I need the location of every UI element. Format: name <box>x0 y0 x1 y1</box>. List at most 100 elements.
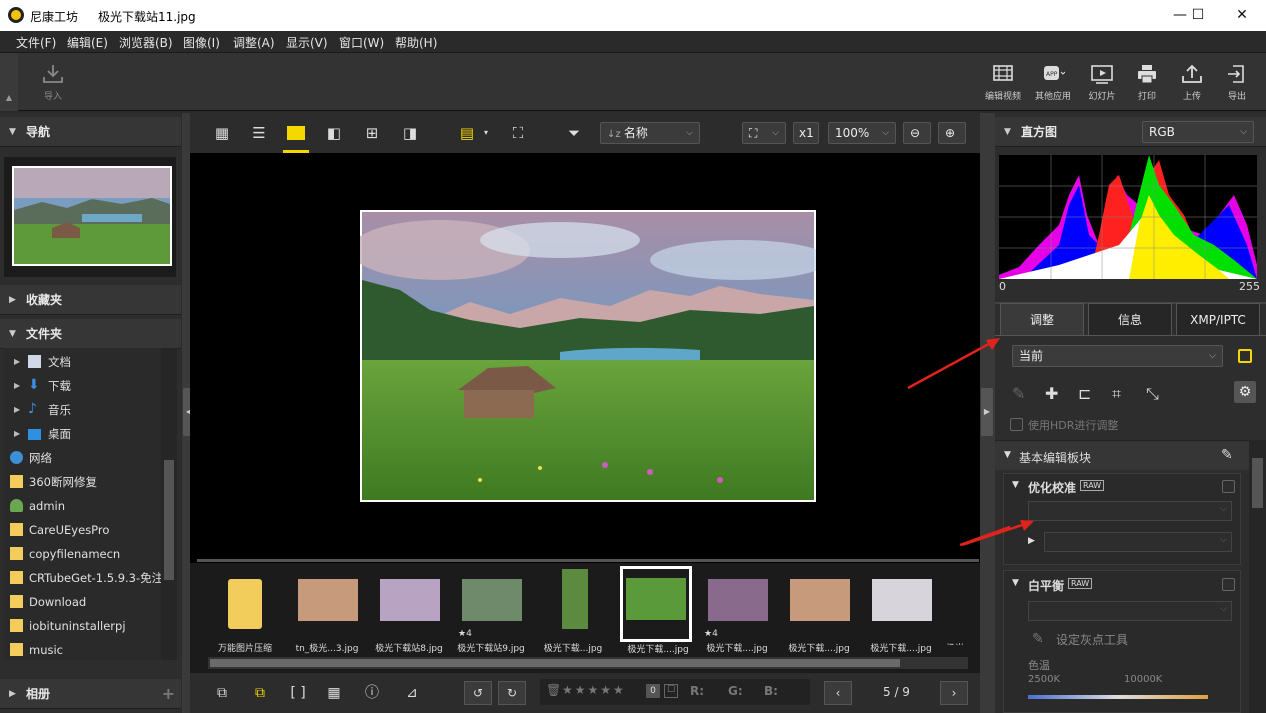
tree-item-music[interactable]: ▶ ♪ 音乐 <box>4 398 161 422</box>
edit-panel-icon[interactable]: ✎ <box>1221 447 1233 463</box>
edit-video-button[interactable]: 编辑视频 <box>978 63 1028 102</box>
optimize-dropdown[interactable]: ⌵ <box>1028 501 1232 521</box>
menu-file[interactable]: 文件(F) <box>16 34 56 51</box>
folder-tree-scrollbar[interactable] <box>161 348 177 660</box>
thumbnail-item[interactable]: 极光下载....jpg <box>866 573 936 654</box>
menu-edit[interactable]: 编辑(E) <box>67 34 108 51</box>
collapse-toolbar-icon[interactable]: ▲ <box>0 53 18 111</box>
previous-button[interactable]: ‹ <box>824 681 852 705</box>
menu-view[interactable]: 显示(V) <box>286 34 328 51</box>
single-view-icon[interactable] <box>284 121 308 145</box>
thumbnail-item[interactable]: ★4 极光下载....jpg <box>702 573 772 654</box>
tree-item-folder[interactable]: 360断网修复 <box>4 470 161 494</box>
favorites-header[interactable]: ▶ 收藏夹 <box>0 285 181 315</box>
color-temp-slider[interactable] <box>1028 695 1208 699</box>
white-balance-dropdown[interactable]: ⌵ <box>1028 601 1232 621</box>
color-label-icon[interactable] <box>1238 349 1252 363</box>
multi-select-icon[interactable]: ⧉ <box>248 681 272 705</box>
thumbnail-item[interactable]: 极光下载....jpg <box>784 573 854 654</box>
perspective-icon[interactable]: ⤡ <box>1146 384 1159 404</box>
import-button[interactable]: 导入 <box>28 63 78 102</box>
thumbnail-item[interactable]: 极光下载站8.jpg <box>374 573 444 654</box>
scrollbar-thumb[interactable] <box>164 460 174 580</box>
frame-icon[interactable]: [ ] <box>286 681 310 705</box>
tree-item-folder[interactable]: CRTubeGet-1.5.9.3-免注册 <box>4 566 161 590</box>
scrollbar-thumb[interactable] <box>1252 458 1263 508</box>
compare-4-view-icon[interactable]: ⊞ <box>360 121 384 145</box>
thumbnail-item[interactable]: ★4 极光下载站9.jpg <box>456 573 526 654</box>
rotate-right-button[interactable]: ↻ <box>498 681 526 705</box>
thumbnail-item[interactable]: tn_极光...3.jpg <box>292 573 362 654</box>
slideshow-button[interactable]: 幻灯片 <box>1077 63 1127 102</box>
eyedropper-icon[interactable]: ✎ <box>1032 631 1044 647</box>
stack-icon[interactable]: ⧉ <box>210 681 234 705</box>
add-album-icon[interactable]: + <box>162 679 175 709</box>
upload-button[interactable]: 上传 <box>1167 63 1217 102</box>
maximize-button[interactable]: ☐ <box>1180 4 1216 26</box>
tree-item-folder[interactable]: music <box>4 638 161 662</box>
other-apps-button[interactable]: APP 其他应用 <box>1028 63 1078 102</box>
basic-edit-header[interactable]: ▼ 基本编辑板块 ✎ <box>995 440 1249 470</box>
crop-icon[interactable]: ⌗ <box>1112 384 1121 404</box>
fit-dropdown[interactable]: ⛶ ⌵ <box>742 122 786 144</box>
menu-adjust[interactable]: 调整(A) <box>233 34 275 51</box>
list-view-icon[interactable]: ☰ <box>247 121 271 145</box>
navigator-preview[interactable] <box>4 157 176 277</box>
info-icon[interactable]: ⓘ <box>360 681 384 705</box>
zoom-out-button[interactable]: ⊖ <box>903 122 931 144</box>
filter-icon[interactable]: ⏷ <box>562 121 586 145</box>
menu-help[interactable]: 帮助(H) <box>395 34 437 51</box>
print-button[interactable]: 打印 <box>1122 63 1172 102</box>
tab-xmp-iptc[interactable]: XMP/IPTC <box>1176 303 1260 335</box>
right-panel-scrollbar[interactable] <box>1249 440 1266 713</box>
tree-item-network[interactable]: 网络 <box>4 446 161 470</box>
optimize-checkbox[interactable] <box>1222 480 1235 493</box>
healing-bandage-icon[interactable]: ✚ <box>1045 384 1058 403</box>
tree-item-folder[interactable]: Download <box>4 590 161 614</box>
filmstrip-scrollbar[interactable] <box>208 657 968 669</box>
filmstrip-divider[interactable] <box>197 559 979 562</box>
histogram-icon[interactable]: ⊿ <box>400 681 424 705</box>
scrollbar-thumb[interactable] <box>210 659 900 667</box>
picker-icon[interactable]: ✎ <box>1012 384 1025 403</box>
thumbnail-item[interactable]: 万能图片压缩 <box>210 573 280 654</box>
tree-item-folder[interactable]: copyfilenamecn <box>4 542 161 566</box>
albums-header[interactable]: ▶ 相册 + <box>0 679 181 709</box>
tree-item-downloads[interactable]: ▶ ⬇ 下载 <box>4 374 161 398</box>
tree-item-admin[interactable]: admin <box>4 494 161 518</box>
label-icon[interactable]: ☐ <box>664 684 678 698</box>
gear-icon[interactable]: ⚙ <box>1234 381 1256 403</box>
next-button[interactable]: › <box>940 681 968 705</box>
zoom-1x-button[interactable]: x1 <box>793 122 819 144</box>
grid-view-icon[interactable]: ▦ <box>210 121 234 145</box>
tab-adjust[interactable]: 调整 <box>1000 303 1084 335</box>
table-icon[interactable]: ▦ <box>322 681 346 705</box>
tab-info[interactable]: 信息 <box>1088 303 1172 335</box>
compare-2-view-icon[interactable]: ◧ <box>322 121 346 145</box>
preset-dropdown[interactable]: 当前 ⌵ <box>1012 345 1223 367</box>
folders-header[interactable]: ▼ 文件夹 <box>0 319 181 349</box>
tree-item-folder[interactable]: CareUEyesPro <box>4 518 161 542</box>
thumbnail-item-selected[interactable]: 极光下载....jpg <box>620 566 692 655</box>
navigation-header[interactable]: ▼ 导航 <box>0 117 181 147</box>
rating-stars-control[interactable]: ★★★★★ <box>562 683 626 697</box>
menu-window[interactable]: 窗口(W) <box>339 34 384 51</box>
trash-icon[interactable]: 🗑 <box>546 683 561 697</box>
tree-item-folder[interactable]: iobituninstallerpj <box>4 614 161 638</box>
before-after-icon[interactable]: ◨ <box>398 121 422 145</box>
sort-dropdown[interactable]: ↓z 名称 ⌵ <box>600 122 700 144</box>
straighten-icon[interactable]: ⊏ <box>1078 384 1091 403</box>
tree-item-documents[interactable]: ▶ 文档 <box>4 350 161 374</box>
menu-browser[interactable]: 浏览器(B) <box>119 34 173 51</box>
rotate-left-button[interactable]: ↺ <box>464 681 492 705</box>
tree-item-desktop[interactable]: ▶ 桌面 <box>4 422 161 446</box>
export-button[interactable]: 导出 <box>1212 63 1262 102</box>
thumbnail-item[interactable]: 极光 <box>940 573 980 645</box>
main-image[interactable] <box>360 210 816 502</box>
optimize-sub-dropdown[interactable]: ⌵ <box>1044 532 1232 552</box>
thumbnail-item[interactable]: 极光下载...jpg <box>538 569 608 654</box>
fullscreen-icon[interactable]: ⛶ <box>506 121 530 145</box>
close-button[interactable]: ✕ <box>1224 4 1260 26</box>
zoom-dropdown[interactable]: 100% ⌵ <box>828 122 896 144</box>
chevron-down-icon[interactable]: ▾ <box>474 121 498 145</box>
